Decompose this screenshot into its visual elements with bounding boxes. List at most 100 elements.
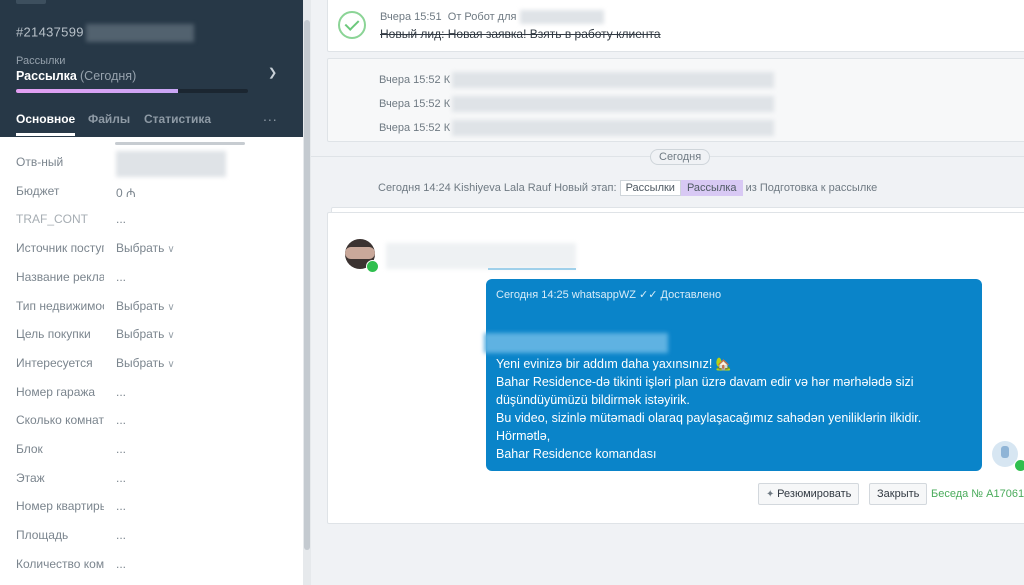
field-row: Источник поступления Выбрать	[16, 241, 296, 263]
field-row: Название рекламы...	[16, 270, 296, 292]
whatsapp-icon	[366, 260, 379, 273]
field-row: Количество комнат...	[16, 557, 296, 579]
field-label: Тип недвижимости	[16, 299, 104, 313]
summarize-button[interactable]: ✦ Резюмировать	[758, 483, 860, 505]
stage-chip: Рассылка	[680, 180, 743, 196]
field-row: Номер квартиры...	[16, 499, 296, 521]
name-underline	[488, 268, 576, 270]
field-value[interactable]: Выбрать	[116, 241, 175, 255]
chevron-down-icon[interactable]: ❯	[268, 66, 277, 79]
field-row: Сколько комнат...	[16, 413, 296, 435]
field-label: Номер гаража	[16, 385, 96, 399]
field-row: Площадь...	[16, 528, 296, 550]
field-label: Количество комнат	[16, 557, 104, 571]
summarize-label: Резюмировать	[777, 488, 852, 500]
check-icon[interactable]	[338, 11, 366, 39]
field-value[interactable]: ...	[116, 270, 126, 284]
task-time: Вчера 15:51	[380, 10, 442, 23]
field-label: Площадь	[16, 528, 69, 542]
field-row: Тип недвижимости Выбрать	[16, 299, 296, 321]
scroll-indicator	[115, 142, 245, 145]
pipeline-label: Рассылки	[16, 55, 66, 67]
field-label: Номер квартиры	[16, 499, 104, 513]
message-line: Yeni evinizə bir addım daha yaxınsınız! …	[496, 357, 732, 371]
field-value[interactable]: ...	[116, 471, 126, 485]
field-label: Интересуется	[16, 356, 93, 370]
field-value[interactable]: Выбрать	[116, 327, 175, 341]
field-value[interactable]: ...	[116, 442, 126, 456]
field-row: Блок...	[16, 442, 296, 464]
stage-event-text: Сегодня 14:24 Kishiyeva Lala Rauf Новый …	[378, 182, 617, 194]
field-label: Этаж	[16, 471, 45, 485]
lead-id: #21437599	[16, 24, 194, 42]
field-label: Цель покупки	[16, 327, 91, 341]
redacted-block	[452, 72, 775, 88]
redacted-block	[452, 120, 775, 136]
redacted-block	[484, 333, 668, 353]
date-divider-label: Сегодня	[650, 149, 711, 165]
tab-files[interactable]: Файлы	[88, 112, 130, 126]
redacted-block	[85, 24, 194, 42]
field-value[interactable]: ...	[116, 413, 126, 427]
event-time: Вчера 15:52 К	[379, 73, 451, 86]
redacted-block	[452, 96, 775, 112]
conversation-link[interactable]: Беседа № А17061	[931, 488, 1024, 500]
tab-statistics[interactable]: Статистика	[144, 112, 211, 126]
stage-progress-fill	[16, 89, 179, 93]
lead-id-text: #21437599	[16, 24, 84, 40]
pipeline-chip: Рассылки	[619, 180, 681, 196]
field-label: Сколько комнат	[16, 413, 104, 427]
close-conversation-button[interactable]: Закрыть	[869, 483, 928, 505]
message-line: Bahar Residence-də tikinti işləri plan ü…	[496, 375, 914, 389]
message-meta: Сегодня 14:25 whatsappWZ ✓✓ Доставлено	[496, 289, 722, 301]
stage-event-suffix: из Подготовка к рассылке	[745, 182, 878, 194]
lead-header: #21437599 Рассылки Рассылка (Сегодня) ❯ …	[0, 0, 303, 137]
field-row: Этаж...	[16, 471, 296, 493]
field-label: Блок	[16, 442, 43, 456]
left-scrollbar-thumb[interactable]	[304, 20, 310, 550]
field-row: Отв-ный	[16, 151, 296, 177]
field-value[interactable]: ...	[116, 499, 126, 513]
field-label: Источник поступления	[16, 241, 104, 255]
pipeline-select[interactable]: Рассылка	[16, 69, 77, 83]
field-value[interactable]: 0 ₼	[116, 184, 136, 201]
task-card: Вчера 15:51 От Робот для Новый лид: Нова…	[327, 0, 1024, 52]
field-row: Номер гаража...	[16, 385, 296, 407]
message-line: Hörmətlə,	[496, 429, 551, 443]
field-label: TRAF_CONT	[16, 212, 88, 226]
field-row: Интересуется Выбрать	[16, 356, 296, 378]
lead-title-fragment	[16, 0, 46, 4]
lead-panel: #21437599 Рассылки Рассылка (Сегодня) ❯ …	[0, 0, 303, 585]
activity-feed: Вчера 15:51 От Робот для Новый лид: Нова…	[311, 0, 1024, 585]
message-bubble: Сегодня 14:25 whatsappWZ ✓✓ Доставлено Y…	[484, 279, 982, 471]
events-group: Вчера 15:52 К Вчера 15:52 К Вчера 15:52 …	[327, 58, 1024, 142]
field-value[interactable]: ...	[116, 385, 126, 399]
message-line: Bahar Residence komandası	[496, 447, 657, 461]
field-label: Отв-ный	[16, 155, 64, 169]
field-value[interactable]: ...	[116, 212, 126, 226]
event-time: Вчера 15:52 К	[379, 97, 451, 110]
field-label: Название рекламы	[16, 270, 104, 284]
stage-progress-bar	[16, 89, 248, 93]
field-value[interactable]: Выбрать	[116, 299, 175, 313]
whatsapp-icon	[1014, 459, 1024, 472]
task-from: От Робот для	[447, 10, 517, 23]
field-row: Цель покупки Выбрать	[16, 327, 296, 349]
chat-card: Сегодня 14:25 whatsappWZ ✓✓ Доставлено Y…	[327, 212, 1024, 524]
pipeline-stage: (Сегодня)	[80, 69, 137, 83]
field-value[interactable]: Выбрать	[116, 356, 175, 370]
active-tab-underline	[16, 133, 75, 136]
field-value[interactable]: ...	[116, 528, 126, 542]
field-row: TRAF_CONT...	[16, 212, 296, 234]
field-value[interactable]: ...	[116, 557, 126, 571]
tab-main[interactable]: Основное	[16, 112, 75, 126]
field-row: Бюджет 0 ₼	[16, 184, 296, 206]
field-label: Бюджет	[16, 184, 60, 198]
redacted-block	[519, 10, 604, 24]
message-line: düşündüyümüzü bildirmək istəyirik.	[496, 393, 690, 407]
task-text: Новый лид: Новая заявка! Взять в работу …	[380, 27, 661, 41]
sparkle-icon: ✦	[766, 489, 778, 500]
event-time: Вчера 15:52 К	[379, 121, 451, 134]
more-icon[interactable]: ...	[263, 108, 278, 124]
message-line: Bu video, sizinlə mütəmadi olaraq paylaş…	[496, 411, 922, 425]
